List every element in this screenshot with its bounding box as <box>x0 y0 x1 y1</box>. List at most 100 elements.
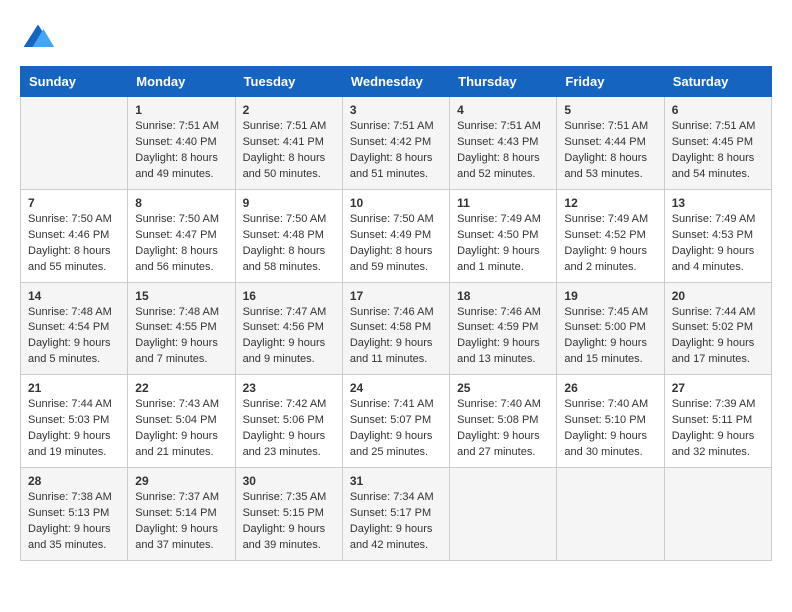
day-info: Sunrise: 7:37 AM Sunset: 5:14 PM Dayligh… <box>135 490 227 554</box>
day-number: 17 <box>350 289 442 303</box>
day-number: 14 <box>28 289 120 303</box>
day-number: 3 <box>350 103 442 117</box>
day-number: 22 <box>135 381 227 395</box>
calendar-table: SundayMondayTuesdayWednesdayThursdayFrid… <box>20 66 772 561</box>
calendar-cell: 17 Sunrise: 7:46 AM Sunset: 4:58 PM Dayl… <box>342 282 449 375</box>
day-info: Sunrise: 7:40 AM Sunset: 5:08 PM Dayligh… <box>457 397 549 461</box>
day-number: 8 <box>135 196 227 210</box>
day-info: Sunrise: 7:49 AM Sunset: 4:50 PM Dayligh… <box>457 212 549 276</box>
day-info: Sunrise: 7:50 AM Sunset: 4:46 PM Dayligh… <box>28 212 120 276</box>
day-number: 26 <box>564 381 656 395</box>
day-info: Sunrise: 7:49 AM Sunset: 4:52 PM Dayligh… <box>564 212 656 276</box>
day-number: 30 <box>243 474 335 488</box>
header-wednesday: Wednesday <box>342 67 449 97</box>
calendar-cell: 20 Sunrise: 7:44 AM Sunset: 5:02 PM Dayl… <box>664 282 771 375</box>
day-info: Sunrise: 7:40 AM Sunset: 5:10 PM Dayligh… <box>564 397 656 461</box>
calendar-cell: 13 Sunrise: 7:49 AM Sunset: 4:53 PM Dayl… <box>664 189 771 282</box>
calendar-cell: 8 Sunrise: 7:50 AM Sunset: 4:47 PM Dayli… <box>128 189 235 282</box>
day-info: Sunrise: 7:35 AM Sunset: 5:15 PM Dayligh… <box>243 490 335 554</box>
calendar-cell <box>21 97 128 190</box>
day-number: 9 <box>243 196 335 210</box>
day-number: 6 <box>672 103 764 117</box>
calendar-cell: 2 Sunrise: 7:51 AM Sunset: 4:41 PM Dayli… <box>235 97 342 190</box>
day-number: 31 <box>350 474 442 488</box>
calendar-cell <box>450 468 557 561</box>
calendar-cell: 22 Sunrise: 7:43 AM Sunset: 5:04 PM Dayl… <box>128 375 235 468</box>
calendar-cell: 27 Sunrise: 7:39 AM Sunset: 5:11 PM Dayl… <box>664 375 771 468</box>
day-info: Sunrise: 7:44 AM Sunset: 5:03 PM Dayligh… <box>28 397 120 461</box>
day-info: Sunrise: 7:44 AM Sunset: 5:02 PM Dayligh… <box>672 305 764 369</box>
day-number: 1 <box>135 103 227 117</box>
day-number: 28 <box>28 474 120 488</box>
day-info: Sunrise: 7:34 AM Sunset: 5:17 PM Dayligh… <box>350 490 442 554</box>
day-info: Sunrise: 7:51 AM Sunset: 4:40 PM Dayligh… <box>135 119 227 183</box>
day-info: Sunrise: 7:48 AM Sunset: 4:55 PM Dayligh… <box>135 305 227 369</box>
calendar-cell: 21 Sunrise: 7:44 AM Sunset: 5:03 PM Dayl… <box>21 375 128 468</box>
day-info: Sunrise: 7:42 AM Sunset: 5:06 PM Dayligh… <box>243 397 335 461</box>
logo <box>20 20 60 56</box>
day-info: Sunrise: 7:47 AM Sunset: 4:56 PM Dayligh… <box>243 305 335 369</box>
calendar-cell: 25 Sunrise: 7:40 AM Sunset: 5:08 PM Dayl… <box>450 375 557 468</box>
calendar-cell: 5 Sunrise: 7:51 AM Sunset: 4:44 PM Dayli… <box>557 97 664 190</box>
day-info: Sunrise: 7:50 AM Sunset: 4:47 PM Dayligh… <box>135 212 227 276</box>
day-info: Sunrise: 7:50 AM Sunset: 4:49 PM Dayligh… <box>350 212 442 276</box>
day-info: Sunrise: 7:38 AM Sunset: 5:13 PM Dayligh… <box>28 490 120 554</box>
page-header <box>20 20 772 56</box>
day-info: Sunrise: 7:51 AM Sunset: 4:44 PM Dayligh… <box>564 119 656 183</box>
day-number: 21 <box>28 381 120 395</box>
calendar-cell <box>557 468 664 561</box>
day-info: Sunrise: 7:46 AM Sunset: 4:59 PM Dayligh… <box>457 305 549 369</box>
calendar-cell: 31 Sunrise: 7:34 AM Sunset: 5:17 PM Dayl… <box>342 468 449 561</box>
calendar-cell: 3 Sunrise: 7:51 AM Sunset: 4:42 PM Dayli… <box>342 97 449 190</box>
calendar-week-row: 28 Sunrise: 7:38 AM Sunset: 5:13 PM Dayl… <box>21 468 772 561</box>
day-number: 5 <box>564 103 656 117</box>
calendar-cell: 1 Sunrise: 7:51 AM Sunset: 4:40 PM Dayli… <box>128 97 235 190</box>
day-number: 11 <box>457 196 549 210</box>
calendar-cell: 10 Sunrise: 7:50 AM Sunset: 4:49 PM Dayl… <box>342 189 449 282</box>
day-info: Sunrise: 7:51 AM Sunset: 4:45 PM Dayligh… <box>672 119 764 183</box>
day-number: 12 <box>564 196 656 210</box>
day-number: 29 <box>135 474 227 488</box>
day-info: Sunrise: 7:45 AM Sunset: 5:00 PM Dayligh… <box>564 305 656 369</box>
day-info: Sunrise: 7:51 AM Sunset: 4:43 PM Dayligh… <box>457 119 549 183</box>
calendar-cell: 16 Sunrise: 7:47 AM Sunset: 4:56 PM Dayl… <box>235 282 342 375</box>
day-info: Sunrise: 7:49 AM Sunset: 4:53 PM Dayligh… <box>672 212 764 276</box>
calendar-cell: 29 Sunrise: 7:37 AM Sunset: 5:14 PM Dayl… <box>128 468 235 561</box>
calendar-cell: 24 Sunrise: 7:41 AM Sunset: 5:07 PM Dayl… <box>342 375 449 468</box>
day-info: Sunrise: 7:51 AM Sunset: 4:41 PM Dayligh… <box>243 119 335 183</box>
calendar-cell: 6 Sunrise: 7:51 AM Sunset: 4:45 PM Dayli… <box>664 97 771 190</box>
calendar-cell: 11 Sunrise: 7:49 AM Sunset: 4:50 PM Dayl… <box>450 189 557 282</box>
day-info: Sunrise: 7:46 AM Sunset: 4:58 PM Dayligh… <box>350 305 442 369</box>
day-info: Sunrise: 7:48 AM Sunset: 4:54 PM Dayligh… <box>28 305 120 369</box>
calendar-cell: 4 Sunrise: 7:51 AM Sunset: 4:43 PM Dayli… <box>450 97 557 190</box>
calendar-cell: 30 Sunrise: 7:35 AM Sunset: 5:15 PM Dayl… <box>235 468 342 561</box>
calendar-week-row: 14 Sunrise: 7:48 AM Sunset: 4:54 PM Dayl… <box>21 282 772 375</box>
day-number: 4 <box>457 103 549 117</box>
calendar-cell: 23 Sunrise: 7:42 AM Sunset: 5:06 PM Dayl… <box>235 375 342 468</box>
calendar-cell: 26 Sunrise: 7:40 AM Sunset: 5:10 PM Dayl… <box>557 375 664 468</box>
header-saturday: Saturday <box>664 67 771 97</box>
day-number: 23 <box>243 381 335 395</box>
day-number: 20 <box>672 289 764 303</box>
calendar-cell <box>664 468 771 561</box>
day-number: 25 <box>457 381 549 395</box>
day-number: 13 <box>672 196 764 210</box>
header-sunday: Sunday <box>21 67 128 97</box>
day-info: Sunrise: 7:41 AM Sunset: 5:07 PM Dayligh… <box>350 397 442 461</box>
calendar-cell: 19 Sunrise: 7:45 AM Sunset: 5:00 PM Dayl… <box>557 282 664 375</box>
calendar-cell: 14 Sunrise: 7:48 AM Sunset: 4:54 PM Dayl… <box>21 282 128 375</box>
calendar-week-row: 1 Sunrise: 7:51 AM Sunset: 4:40 PM Dayli… <box>21 97 772 190</box>
day-number: 10 <box>350 196 442 210</box>
day-number: 18 <box>457 289 549 303</box>
day-number: 19 <box>564 289 656 303</box>
calendar-cell: 28 Sunrise: 7:38 AM Sunset: 5:13 PM Dayl… <box>21 468 128 561</box>
calendar-cell: 9 Sunrise: 7:50 AM Sunset: 4:48 PM Dayli… <box>235 189 342 282</box>
day-number: 15 <box>135 289 227 303</box>
day-number: 24 <box>350 381 442 395</box>
day-info: Sunrise: 7:43 AM Sunset: 5:04 PM Dayligh… <box>135 397 227 461</box>
calendar-cell: 18 Sunrise: 7:46 AM Sunset: 4:59 PM Dayl… <box>450 282 557 375</box>
day-info: Sunrise: 7:39 AM Sunset: 5:11 PM Dayligh… <box>672 397 764 461</box>
day-number: 2 <box>243 103 335 117</box>
header-friday: Friday <box>557 67 664 97</box>
calendar-week-row: 21 Sunrise: 7:44 AM Sunset: 5:03 PM Dayl… <box>21 375 772 468</box>
